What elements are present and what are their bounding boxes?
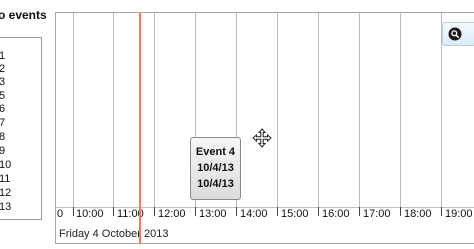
list-item[interactable]: 9 — [0, 145, 5, 158]
hour-label: 18:00 — [404, 208, 432, 220]
hour-tick — [195, 207, 196, 216]
list-item[interactable]: 10 — [0, 159, 11, 172]
list-item[interactable]: 6 — [0, 103, 5, 116]
gridline — [400, 13, 401, 207]
date-label: Friday 4 October 2013 — [59, 228, 169, 240]
list-item[interactable]: 3 — [0, 76, 5, 89]
event-title: Event 4 — [195, 146, 236, 158]
list-item[interactable]: 8 — [0, 131, 5, 144]
hour-tick — [154, 207, 155, 216]
list-item[interactable]: 12 — [0, 187, 11, 200]
hour-tick — [400, 207, 401, 216]
event-item[interactable]: Event 4 10/4/13 10/4/13 — [190, 137, 241, 200]
list-item[interactable]: 13 — [0, 201, 11, 214]
hour-label: 16:00 — [322, 208, 350, 220]
hour-tick — [441, 207, 442, 216]
gridline — [73, 13, 74, 207]
hour-tick — [113, 207, 114, 216]
hour-label: 17:00 — [363, 208, 391, 220]
gridline — [277, 13, 278, 207]
hour-label: 0 — [57, 208, 64, 220]
hour-tick — [359, 207, 360, 216]
events-list[interactable]: 1 2 3 5 6 7 8 9 10 11 12 13 — [0, 37, 42, 220]
hour-label: 15:00 — [281, 208, 309, 220]
hour-tick — [277, 207, 278, 216]
list-item[interactable]: 7 — [0, 117, 5, 130]
hour-label: 10:00 — [76, 208, 104, 220]
gridline — [154, 13, 155, 207]
zoom-icon — [448, 27, 462, 41]
list-item[interactable]: 1 — [0, 50, 5, 63]
event-end-date: 10/4/13 — [197, 178, 234, 190]
list-item[interactable]: 5 — [0, 90, 5, 103]
hour-label: 14:00 — [240, 208, 268, 220]
zoom-button[interactable] — [442, 22, 474, 46]
gridline — [113, 13, 114, 207]
gridline — [318, 13, 319, 207]
hour-tick — [73, 207, 74, 216]
hour-label: 12:00 — [158, 208, 186, 220]
hour-tick — [318, 207, 319, 216]
list-item[interactable]: 2 — [0, 63, 5, 76]
current-time-marker — [139, 13, 141, 244]
events-panel-title: o events — [0, 8, 47, 22]
gridline — [359, 13, 360, 207]
hour-tick — [236, 207, 237, 216]
hour-label: 13:00 — [199, 208, 227, 220]
list-item[interactable]: 11 — [0, 173, 10, 186]
hour-label: 19:00 — [445, 208, 473, 220]
event-start-date: 10/4/13 — [197, 162, 234, 174]
move-cursor-icon — [252, 128, 272, 148]
